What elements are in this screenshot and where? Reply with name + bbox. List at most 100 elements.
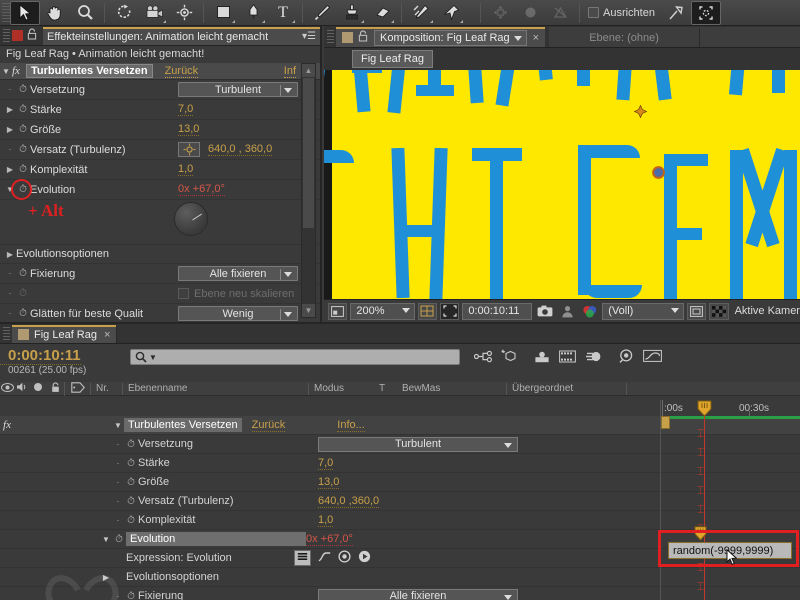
local-axis-icon[interactable] (515, 1, 545, 25)
column-header-layername[interactable]: Ebenenname (122, 382, 308, 395)
chevron-down-icon[interactable] (401, 307, 410, 313)
close-icon[interactable]: × (104, 329, 110, 341)
puppet-pin-tool[interactable] (436, 1, 466, 25)
timeline-row-effect-header[interactable]: fx ▼ Turbulentes Versetzen Zurück Info..… (0, 416, 800, 435)
param-value[interactable]: 7,0 (178, 103, 194, 116)
stopwatch-icon[interactable]: ⏱ (16, 104, 30, 115)
disclosure-triangle-icon[interactable]: ▼ (0, 67, 12, 76)
video-switch-icon[interactable] (0, 382, 14, 395)
scroll-up-arrow-icon[interactable]: ▲ (302, 64, 315, 77)
effect-panel-scrollbar[interactable]: ▲ ▼ (301, 63, 316, 318)
effect-point-marker-icon[interactable] (633, 104, 648, 119)
always-preview-icon[interactable] (328, 302, 348, 320)
stopwatch-icon[interactable]: ⏱ (124, 515, 138, 526)
timeline-row-versetzung[interactable]: · ⏱ Versetzung Turbulent (0, 435, 800, 454)
anchor-point-marker-icon[interactable] (652, 166, 665, 179)
timeline-timecode[interactable]: 0:00:10:11 (0, 344, 81, 365)
disclosure-triangle-icon[interactable]: ▶ (4, 165, 16, 174)
scrollbar-thumb[interactable] (303, 78, 314, 228)
column-header-modus[interactable]: Modus (308, 382, 362, 395)
chevron-down-icon[interactable] (513, 35, 522, 41)
timeline-panel-grip[interactable] (3, 326, 10, 341)
world-axis-icon[interactable] (545, 1, 575, 25)
roto-brush-tool[interactable] (406, 1, 436, 25)
timeline-row-versatz[interactable]: · ⏱ Versatz (Turbulenz) 640,0 ,360,0 (0, 492, 800, 511)
selection-tool[interactable] (10, 0, 40, 25)
param-value[interactable]: 13,0 (178, 123, 200, 136)
stopwatch-icon[interactable]: ⏱ (16, 164, 30, 175)
timeline-row-dropdown[interactable]: Turbulent (318, 436, 518, 452)
disclosure-triangle-icon[interactable]: ▶ (4, 125, 16, 134)
effect-header-row[interactable]: ▼ fx Turbulentes Versetzen Zurück Inf (0, 63, 320, 80)
graph-editor-icon[interactable] (643, 349, 662, 366)
column-header-nr[interactable]: Nr. (90, 382, 122, 395)
align-checkbox[interactable] (588, 7, 599, 18)
channel-rgb-icon[interactable] (580, 303, 599, 320)
zoom-level-field[interactable]: 200% (350, 302, 415, 320)
composition-mini-flowchart-icon[interactable] (473, 350, 492, 366)
camera-tool[interactable] (139, 1, 169, 25)
column-header-t[interactable]: T (362, 383, 402, 394)
timeline-row-value[interactable]: 7,0 (318, 457, 334, 470)
param-row-staerke[interactable]: ▶ ⏱ Stärke 7,0 (0, 100, 320, 120)
frame-blending-icon[interactable] (559, 350, 576, 366)
disclosure-triangle-icon[interactable]: ▼ (112, 421, 124, 430)
stopwatch-icon[interactable]: ⏱ (124, 439, 138, 450)
param-row-versetzung[interactable]: · ⏱ Versetzung Turbulent (0, 80, 320, 100)
shape-tool[interactable] (208, 1, 238, 25)
stopwatch-icon[interactable]: ⏱ (124, 477, 138, 488)
snapping-icon[interactable] (661, 1, 691, 25)
disclosure-triangle-icon[interactable]: ▼ (100, 535, 112, 544)
brainstorm-icon[interactable] (619, 349, 634, 366)
param-row-groesse[interactable]: ▶ ⏱ Größe 13,0 (0, 120, 320, 140)
search-dropdown-icon[interactable]: ▼ (149, 353, 157, 362)
pen-tool[interactable] (238, 1, 268, 25)
timeline-row-value[interactable]: 1,0 (318, 514, 334, 527)
stopwatch-icon[interactable]: ⏱ (16, 268, 30, 279)
stopwatch-icon[interactable]: ⏱ (124, 496, 138, 507)
region-preview-icon[interactable] (686, 302, 707, 320)
solo-switch-icon[interactable] (30, 382, 46, 395)
disclosure-triangle-icon[interactable]: ▶ (4, 250, 16, 259)
effect-info-link[interactable]: Info... (337, 419, 365, 432)
composition-viewer[interactable] (324, 70, 800, 299)
brush-tool[interactable] (307, 1, 337, 25)
timeline-row-dropdown[interactable]: Alle fixieren (318, 588, 518, 600)
show-snapshot-icon[interactable] (558, 303, 577, 320)
motion-blur-icon[interactable] (585, 350, 602, 366)
param-dropdown[interactable]: Wenig (178, 306, 298, 321)
timeline-search-input[interactable]: ▼ (130, 349, 460, 365)
active-camera-label[interactable]: Aktive Kamer (735, 305, 800, 317)
stopwatch-icon[interactable]: ⏱ (16, 124, 30, 135)
effect-info-link[interactable]: Inf (283, 65, 296, 78)
label-column-icon[interactable] (64, 381, 90, 396)
disclosure-triangle-icon[interactable]: ▶ (4, 105, 16, 114)
draft-3d-icon[interactable] (501, 349, 517, 366)
hand-tool[interactable] (40, 1, 70, 25)
region-of-interest-icon[interactable] (439, 302, 460, 320)
eraser-tool[interactable] (367, 1, 397, 25)
resolution-field[interactable]: (Voll) (602, 302, 684, 320)
scroll-down-arrow-icon[interactable]: ▼ (302, 304, 315, 317)
expression-graph-icon[interactable] (318, 551, 331, 565)
composition-breadcrumb[interactable]: Fig Leaf Rag (352, 50, 433, 68)
stopwatch-icon[interactable]: ⏱ (112, 534, 126, 545)
param-row-glaetten[interactable]: · ⏱ Glätten für beste Qualit Wenig (0, 304, 320, 322)
stopwatch-icon[interactable]: ⏱ (16, 144, 30, 155)
evolution-dial[interactable] (174, 202, 208, 236)
brush-preset-icon[interactable] (690, 0, 721, 25)
tab-composition-label-box[interactable]: Komposition: Fig Leaf Rag (374, 29, 527, 46)
effect-reset-link[interactable]: Zurück (164, 65, 199, 78)
grid-guides-icon[interactable] (417, 302, 437, 320)
composition-canvas[interactable] (324, 70, 800, 299)
tab-layer[interactable]: Ebene: (ohne) (549, 26, 700, 47)
column-header-uebergeordnet[interactable]: Übergeordnet (506, 382, 626, 395)
zoom-tool[interactable] (70, 1, 100, 25)
point-picker-icon[interactable] (178, 142, 200, 157)
timeline-row-groesse[interactable]: · ⏱ Größe 13,0 (0, 473, 800, 492)
param-value[interactable]: 1,0 (178, 163, 194, 176)
param-dropdown[interactable]: Turbulent (178, 82, 298, 97)
hide-shy-layers-icon[interactable] (534, 350, 550, 366)
type-tool[interactable]: T (268, 1, 298, 25)
clone-stamp-tool[interactable] (337, 1, 367, 25)
